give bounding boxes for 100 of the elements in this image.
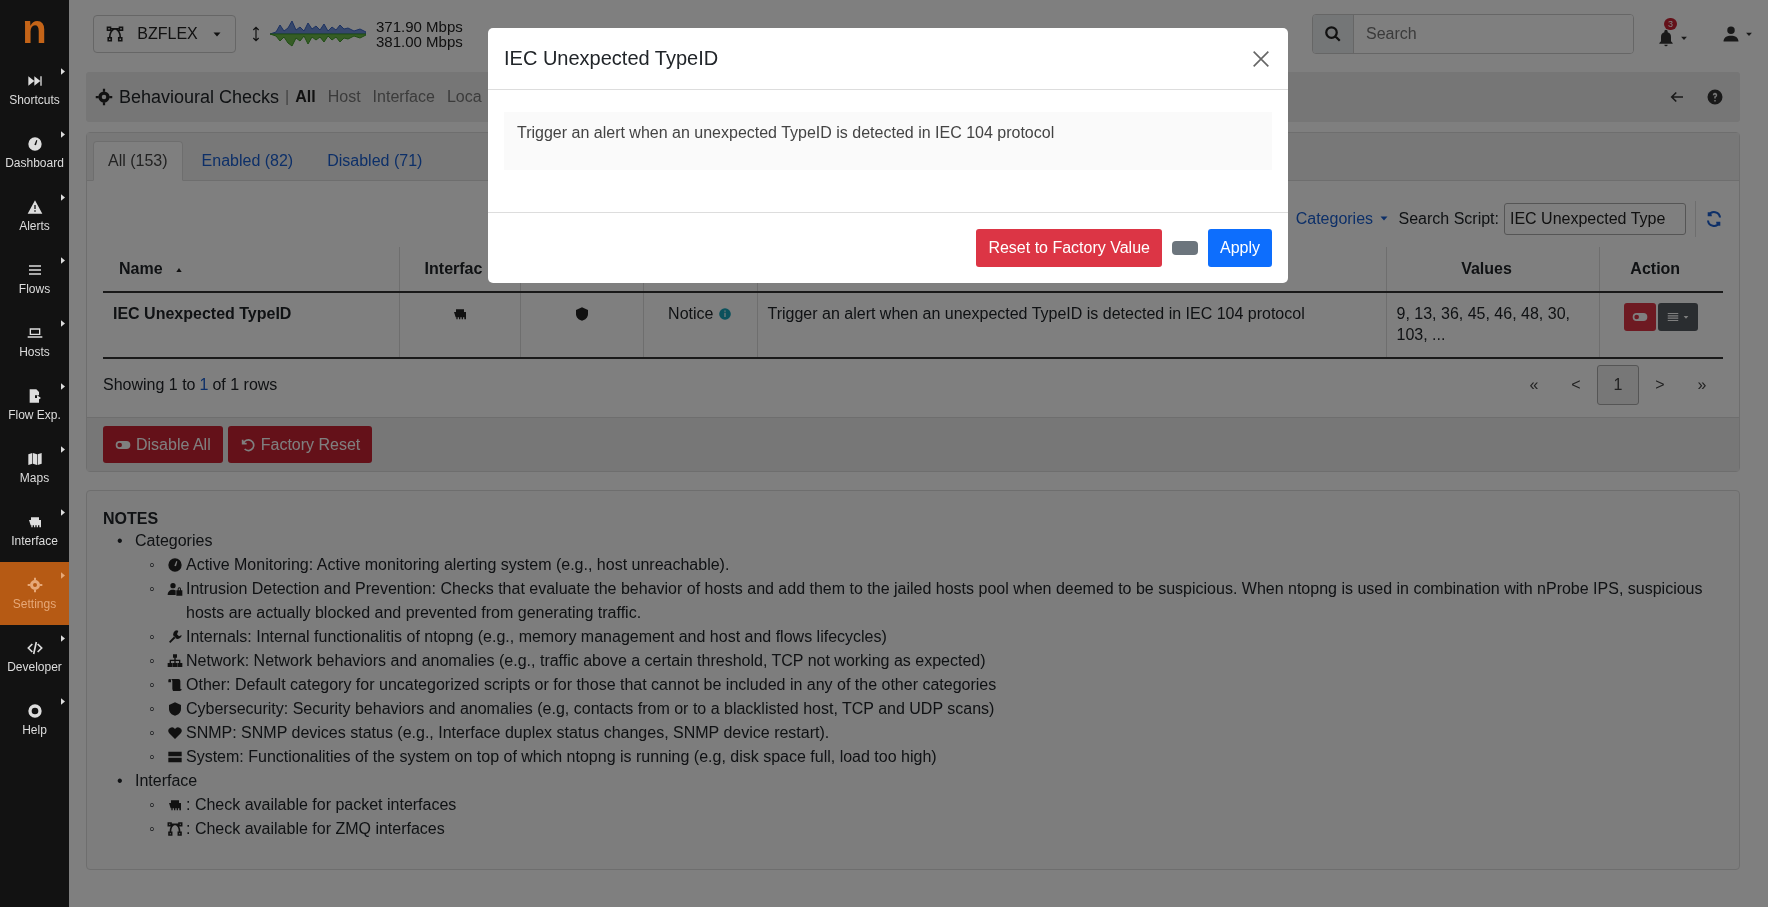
check-description: Trigger an alert when an unexpected TypeID is detected in IEC 104 protocol bbox=[767, 305, 1305, 322]
expand-arrow-icon bbox=[61, 320, 65, 327]
search-field[interactable]: Search bbox=[1312, 14, 1634, 54]
check-name: IEC Unexpected TypeID bbox=[113, 305, 292, 322]
disable-all-button[interactable]: Disable All bbox=[103, 426, 223, 463]
options-dropdown-button[interactable] bbox=[1658, 303, 1699, 331]
page-size-link[interactable]: 1 bbox=[199, 376, 209, 394]
sidebar-item[interactable]: Alerts bbox=[0, 184, 69, 247]
note-text: Intrusion Detection and Prevention: Checks that evaluate the behavior of hosts and add them to the jailed hosts pool when deemed to be suspicious. When ntopng is used in combination with nProbe IPS, suspicious hosts are actually blocked and prevented from generating traffic. bbox=[186, 579, 1704, 623]
check-values: 9, 13, 36, 45, 46, 48, 30, 103, ... bbox=[1396, 305, 1570, 343]
page-button[interactable]: « bbox=[1513, 365, 1555, 405]
sidebar-item[interactable]: Flow Exp. bbox=[0, 373, 69, 436]
expand-arrow-icon bbox=[61, 698, 65, 705]
filter-link[interactable]: Interface bbox=[372, 88, 435, 106]
modal-title: IEC Unexpected TypeID bbox=[504, 47, 720, 70]
note-text: Cybersecurity: Security behaviors and anomalies (e.g, contacts from or to a blacklisted host, TCP and UDP scans) bbox=[186, 699, 996, 719]
bullet: ◦ bbox=[149, 651, 156, 671]
note-text: Active Monitoring: Active monitoring alerting system (e.g., host unreachable). bbox=[186, 555, 731, 575]
expand-arrow-icon bbox=[61, 509, 65, 516]
expand-arrow-icon bbox=[61, 257, 65, 264]
note-text: System: Functionalities of the system on top of which ntopng is running (e.g, disk space full, load too high) bbox=[186, 747, 938, 767]
bullet: ◦ bbox=[149, 579, 156, 599]
note-text: Network: Network behaviors and anomalies (e.g., traffic above a certain threshold, TCP not working as expected) bbox=[186, 651, 987, 671]
bullet: ◦ bbox=[149, 819, 156, 839]
sidebar-item[interactable]: Hosts bbox=[0, 310, 69, 373]
column-header[interactable]: Values bbox=[1461, 260, 1512, 277]
note-heading: Interface bbox=[135, 771, 199, 791]
sort-arrow-icon bbox=[174, 266, 183, 274]
shield-icon bbox=[167, 701, 183, 717]
server-icon bbox=[167, 749, 183, 765]
app-logo[interactable]: n bbox=[22, 9, 47, 49]
note-text: SNMP: SNMP devices status (e.g., Interface duplex status changes, SNMP device restart). bbox=[186, 723, 831, 743]
reset-button[interactable]: Reset to Factory Value bbox=[976, 229, 1162, 267]
page-title: Behavioural Checks bbox=[119, 86, 280, 108]
sidebar-item[interactable]: Shortcuts bbox=[0, 58, 69, 121]
interface-dropdown[interactable]: BZFLEX bbox=[93, 15, 236, 53]
sidebar-item[interactable]: Interface bbox=[0, 499, 69, 562]
pagination-info: Showing 1 to bbox=[103, 376, 196, 394]
expand-arrow-icon bbox=[61, 446, 65, 453]
severity-label: Notice bbox=[668, 305, 714, 322]
refresh-icon[interactable] bbox=[1705, 210, 1723, 228]
column-header[interactable]: Name bbox=[119, 260, 163, 277]
page-button[interactable]: » bbox=[1681, 365, 1723, 405]
sidebar-item[interactable]: Developer bbox=[0, 625, 69, 688]
note-text: : Check available for packet interfaces bbox=[186, 795, 458, 815]
tab[interactable]: Enabled (82) bbox=[186, 141, 309, 181]
apply-button[interactable]: Apply bbox=[1207, 229, 1272, 267]
bullet: ◦ bbox=[149, 723, 156, 743]
bullet: • bbox=[117, 771, 124, 791]
page-button[interactable]: 1 bbox=[1597, 365, 1639, 405]
user-menu-button[interactable] bbox=[1721, 24, 1754, 44]
heartbeat-icon bbox=[167, 725, 183, 741]
expand-arrow-icon bbox=[61, 68, 65, 75]
wrench-icon bbox=[167, 629, 183, 645]
page-button[interactable]: > bbox=[1639, 365, 1681, 405]
expand-arrow-icon bbox=[61, 194, 65, 201]
tab[interactable]: Disabled (71) bbox=[312, 141, 438, 181]
note-text: Internals: Internal functionalitis of ntopng (e.g., memory management and host and flows lifecycles) bbox=[186, 627, 888, 647]
warning-icon bbox=[26, 198, 43, 215]
search-script-field[interactable]: IEC Unexpected Type bbox=[1504, 203, 1686, 235]
info-icon bbox=[717, 307, 732, 321]
bullet: ◦ bbox=[149, 795, 156, 815]
column-header[interactable]: Interfac bbox=[424, 260, 483, 277]
note-text: : Check available for ZMQ interfaces bbox=[186, 819, 446, 839]
sidebar-item[interactable]: Maps bbox=[0, 436, 69, 499]
expand-arrow-icon bbox=[61, 383, 65, 390]
notifications-button[interactable]: 3 bbox=[1656, 16, 1689, 52]
bell-icon bbox=[1656, 28, 1676, 48]
sidebar-item[interactable]: Help bbox=[0, 688, 69, 751]
tab[interactable]: All (153) bbox=[93, 141, 183, 181]
search-label: Search Script: bbox=[1398, 210, 1499, 228]
sidebar-item[interactable]: Dashboard bbox=[0, 121, 69, 184]
sidebar-item[interactable]: Settings bbox=[0, 562, 69, 625]
categories-dropdown[interactable]: Categories bbox=[1295, 210, 1390, 228]
bullet: • bbox=[117, 531, 124, 551]
page-button[interactable]: < bbox=[1555, 365, 1597, 405]
shield-icon bbox=[573, 306, 590, 322]
toggle-switch[interactable] bbox=[1171, 241, 1198, 255]
expand-arrow-icon bbox=[61, 131, 65, 138]
pagination-info: of 1 rows bbox=[212, 376, 278, 394]
filter-link[interactable]: Host bbox=[327, 88, 361, 106]
caret-icon bbox=[1682, 313, 1691, 321]
disable-check-button[interactable] bbox=[1624, 303, 1657, 331]
bullet: ◦ bbox=[149, 699, 156, 719]
gauge-icon bbox=[26, 135, 43, 152]
filter-link[interactable]: Loca bbox=[446, 88, 482, 106]
bezier-icon bbox=[106, 25, 124, 43]
sidebar-item[interactable]: Flows bbox=[0, 247, 69, 310]
settings-icon bbox=[26, 576, 43, 593]
ethernet-icon bbox=[451, 306, 468, 322]
factory-reset-button[interactable]: Factory Reset bbox=[227, 426, 373, 463]
bullet: ◦ bbox=[149, 627, 156, 647]
bullet: ◦ bbox=[149, 555, 156, 575]
filter-link[interactable]: All bbox=[295, 88, 316, 106]
note-heading: Categories bbox=[135, 531, 214, 551]
gauge-icon bbox=[167, 557, 183, 573]
help-icon[interactable] bbox=[1706, 88, 1724, 106]
expand-arrow-icon bbox=[61, 572, 65, 579]
column-header: Action bbox=[1630, 260, 1681, 277]
expand-arrow-icon bbox=[61, 635, 65, 642]
